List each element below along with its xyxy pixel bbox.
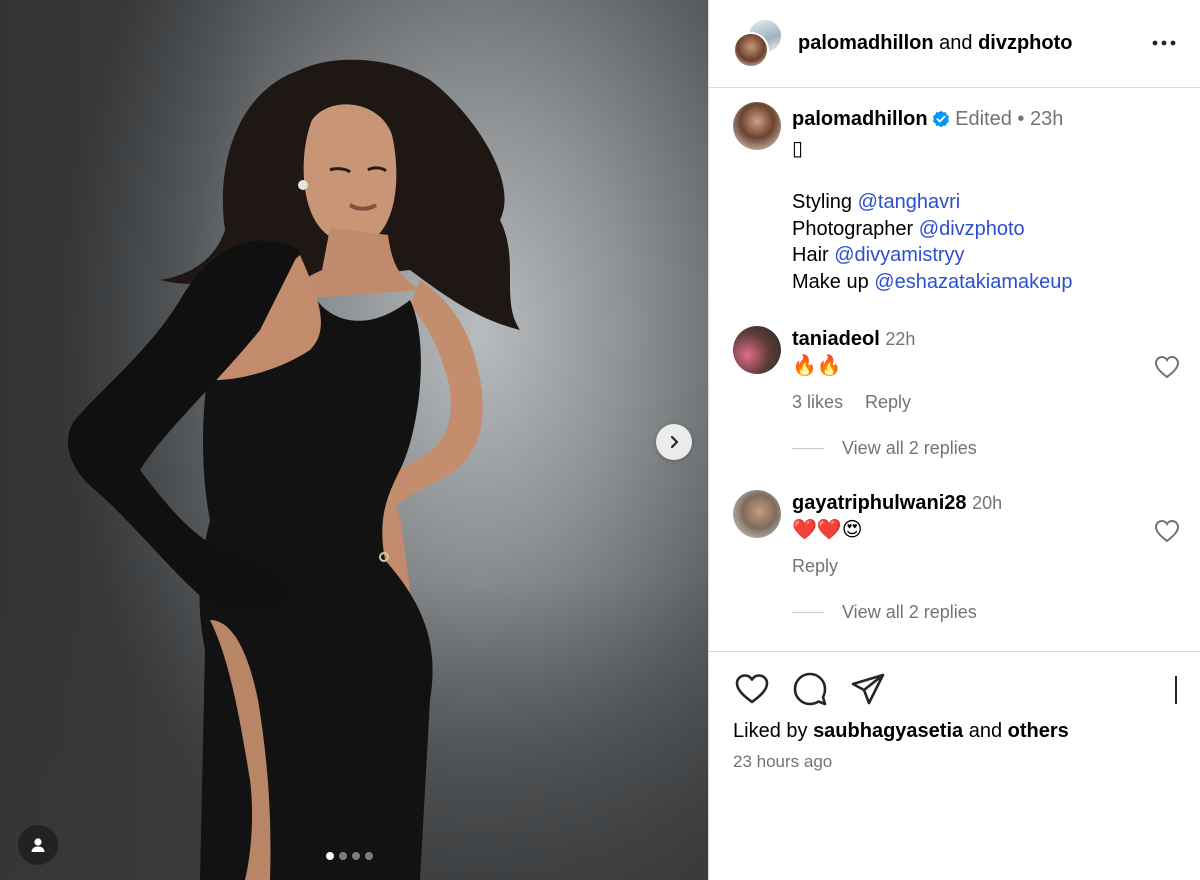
comment-header: gayatriphulwani28 20h [792,490,1002,516]
liked-joiner: and [968,720,1003,742]
carousel-dot-active [326,852,334,860]
heart-outline-icon [735,674,769,704]
collab-avatars[interactable] [733,18,783,68]
avatar[interactable] [733,490,781,538]
carousel-next-button[interactable] [656,424,692,460]
replies-divider [792,448,824,449]
carousel-dot [352,852,360,860]
liked-username[interactable]: saubhagyasetia [813,720,963,742]
author-joiner: and [939,32,973,54]
avatar-palomadhillon[interactable] [733,32,769,68]
credit-line: Hair @divyamistryy [792,242,1182,269]
comment-likes[interactable]: 3 likes [792,392,843,413]
edited-label: Edited [955,108,1012,130]
comment-username[interactable]: gayatriphulwani28 [792,492,967,514]
credit-line: Photographer @divzphoto [792,216,1182,243]
comment-bubble-icon [793,672,827,706]
comment-button[interactable] [791,670,829,708]
carousel-dot [339,852,347,860]
heart-outline-icon [1154,355,1180,379]
comment-item: gayatriphulwani28 20h ❤️❤️😍 Reply View a… [733,490,1183,630]
mention-link[interactable]: @eshazatakiamakeup [874,271,1072,293]
heart-outline-icon [1154,519,1180,543]
carousel-indicator [326,852,373,860]
post-media[interactable] [0,0,708,880]
liked-others-link[interactable]: others [1008,720,1069,742]
credit-label: Hair [792,244,829,266]
post-authors: palomadhillon and divzphoto [798,32,1073,55]
comment-like-button[interactable] [1153,518,1181,544]
comment-username[interactable]: taniadeol [792,328,880,350]
comment-text: ❤️❤️😍 [792,519,863,541]
caption-glyph: ▯ [792,137,804,160]
meta-separator: • [1017,108,1025,130]
caption-header: palomadhillon Edited • 23h [792,106,1182,136]
comment-time: 22h [885,329,916,349]
avatar[interactable] [733,102,781,150]
post-header: palomadhillon and divzphoto [709,0,1200,88]
comment-item: taniadeol 22h 🔥🔥 3 likes Reply View all … [733,326,1183,466]
post-photo [67,59,520,880]
mention-link[interactable]: @divzphoto [919,218,1025,240]
view-replies-label: View all 2 replies [842,438,977,458]
comment-time: 20h [972,493,1003,513]
collaborator-username[interactable]: divzphoto [978,32,1072,54]
view-replies-button[interactable]: View all 2 replies [792,602,977,623]
caption-time: 23h [1029,108,1064,130]
credit-label: Make up [792,270,869,293]
verified-badge-icon [932,109,950,136]
actions-divider [709,651,1200,652]
comment-text: 🔥🔥 [792,355,842,377]
post-action-bar [733,670,1183,710]
mention-link[interactable]: @tanghavri [858,191,961,213]
view-replies-button[interactable]: View all 2 replies [792,438,977,459]
mention-link[interactable]: @divyamistryy [834,244,964,266]
like-button[interactable] [733,670,771,708]
liked-prefix: Liked by [733,720,808,742]
comment-meta: 3 likes Reply [792,392,911,413]
comment-like-button[interactable] [1153,354,1181,380]
likes-summary: Liked by saubhagyasetia and others [733,720,1069,743]
paper-plane-icon [851,673,885,705]
reply-button[interactable]: Reply [792,556,838,577]
chevron-right-icon [670,435,679,449]
post-timestamp: 23 hours ago [733,752,833,771]
comment-meta: Reply [792,556,838,577]
avatar[interactable] [733,326,781,374]
comment-header: taniadeol 22h [792,326,915,352]
bookmark-icon[interactable] [1175,676,1177,704]
author-username[interactable]: palomadhillon [798,32,934,54]
more-horizontal-icon [1152,40,1176,46]
reply-button[interactable]: Reply [865,392,911,413]
credit-label: Styling [792,191,853,213]
more-options-button[interactable] [1149,30,1179,56]
credit-line: Make up @eshazatakiamakeup [792,269,1182,296]
caption-username[interactable]: palomadhillon [792,108,928,130]
credit-line: Styling @tanghavri [792,189,1182,216]
credit-label: Photographer [792,217,914,240]
share-button[interactable] [849,670,887,708]
user-tag-icon [31,838,45,852]
carousel-dot [365,852,373,860]
tagged-users-button[interactable] [18,825,58,865]
post-side-panel: palomadhillon and divzphoto palomadhillo… [708,0,1200,880]
view-replies-label: View all 2 replies [842,602,977,622]
replies-divider [792,612,824,613]
